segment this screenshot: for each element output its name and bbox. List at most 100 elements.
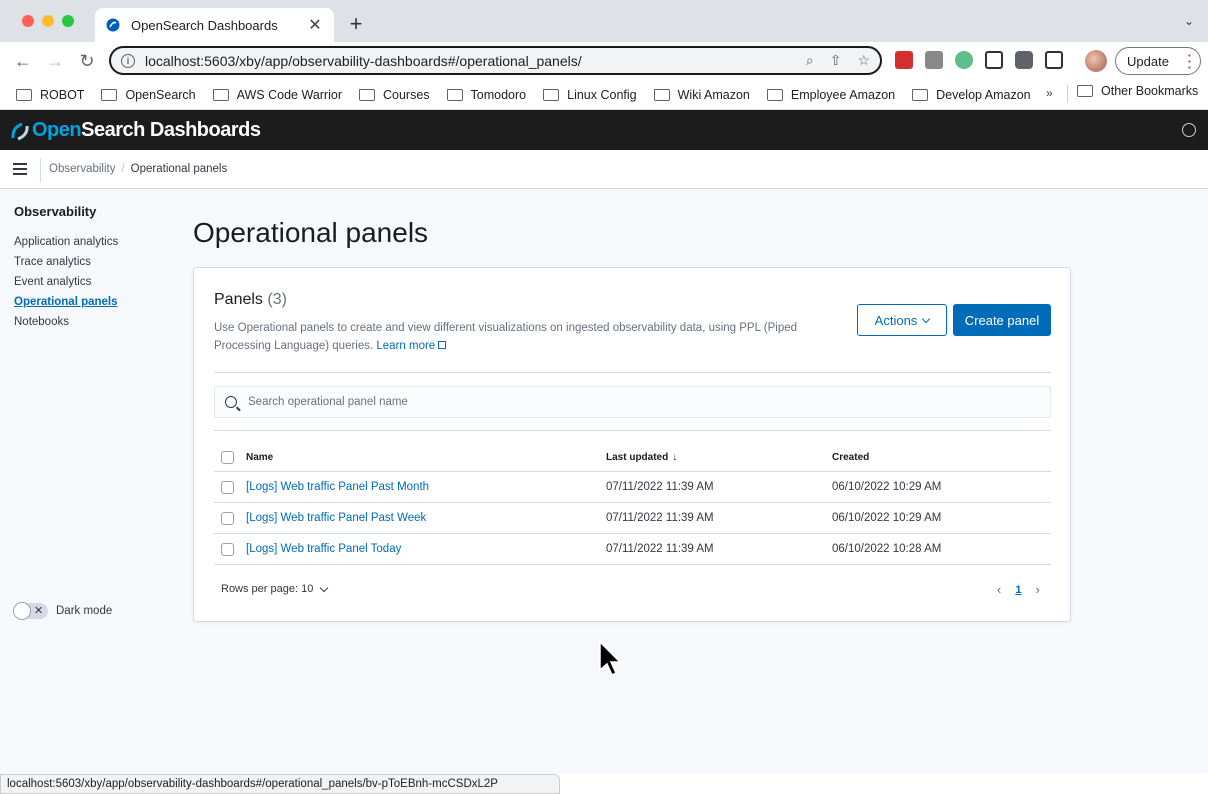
sidebar-item-notebooks[interactable]: Notebooks xyxy=(14,312,174,332)
breadcrumb-bar: Observability / Operational panels xyxy=(0,150,1208,189)
row-checkbox[interactable] xyxy=(221,512,234,525)
update-button[interactable]: Update · · · xyxy=(1115,47,1201,75)
folder-icon xyxy=(766,88,783,101)
side-panel-icon[interactable] xyxy=(1045,51,1063,69)
created-cell: 06/10/2022 10:28 AM xyxy=(832,543,942,555)
extension-colorful-icon[interactable] xyxy=(955,51,973,69)
table-row: [Logs] Web traffic Panel Past Month 07/1… xyxy=(214,472,1051,503)
created-cell: 06/10/2022 10:29 AM xyxy=(832,481,942,493)
panels-card: Panels (3) Use Operational panels to cre… xyxy=(193,267,1071,622)
minimize-window-button[interactable] xyxy=(42,15,54,27)
zoom-icon[interactable]: ⌕ xyxy=(806,52,814,69)
browser-toolbar: ← → ↻ i localhost:5603/xby/app/observabi… xyxy=(0,42,1208,80)
help-globe-icon[interactable] xyxy=(1182,123,1196,137)
bookmark-aws-code-warrior[interactable]: AWS Code Warrior xyxy=(212,88,342,102)
external-link-icon xyxy=(438,341,447,349)
hamburger-menu-icon[interactable] xyxy=(13,163,27,175)
select-all-checkbox[interactable] xyxy=(221,451,234,464)
folder-icon xyxy=(358,88,375,101)
previous-page-icon[interactable]: ‹ xyxy=(997,582,1001,597)
rows-per-page-selector[interactable]: Rows per page: 10 xyxy=(221,583,329,595)
bookmark-robot[interactable]: ROBOT xyxy=(16,88,84,102)
folder-icon xyxy=(1077,85,1093,97)
opensearch-logo-icon xyxy=(11,122,29,140)
extension-lastpass-icon[interactable] xyxy=(895,51,913,69)
address-url[interactable]: localhost:5603/xby/app/observability-das… xyxy=(145,53,806,69)
panels-description: Use Operational panels to create and vie… xyxy=(214,319,824,355)
bookmark-opensearch[interactable]: OpenSearch xyxy=(101,88,196,102)
description-text: Use Operational panels to create and vie… xyxy=(214,322,798,352)
actions-label: Actions xyxy=(874,312,918,328)
row-checkbox[interactable] xyxy=(221,481,234,494)
learn-more-link[interactable]: Learn more xyxy=(376,340,447,352)
reload-icon[interactable]: ↻ xyxy=(76,50,98,72)
sidebar-item-application-analytics[interactable]: Application analytics xyxy=(14,232,174,252)
folder-icon xyxy=(446,88,463,101)
breadcrumb-observability[interactable]: Observability xyxy=(49,163,115,175)
site-info-icon[interactable]: i xyxy=(121,53,135,68)
bookmark-develop-amazon[interactable]: Develop Amazon xyxy=(912,88,1031,102)
search-icon xyxy=(225,396,237,408)
close-window-button[interactable] xyxy=(22,15,34,27)
actions-button[interactable]: Actions xyxy=(857,304,947,336)
row-checkbox[interactable] xyxy=(221,543,234,556)
breadcrumb-current: Operational panels xyxy=(130,163,228,175)
bookmark-wiki-amazon[interactable]: Wiki Amazon xyxy=(653,88,750,102)
update-label: Update xyxy=(1127,53,1169,69)
browser-tab[interactable]: OpenSearch Dashboards ✕ xyxy=(95,8,334,42)
extensions-puzzle-icon[interactable] xyxy=(1015,51,1033,69)
tab-search-icon[interactable]: ⌄ xyxy=(1184,14,1194,28)
column-header-created[interactable]: Created xyxy=(832,452,869,463)
maximize-window-button[interactable] xyxy=(62,15,74,27)
sidebar-item-trace-analytics[interactable]: Trace analytics xyxy=(14,252,174,272)
breadcrumb: Observability / Operational panels xyxy=(49,163,227,175)
column-header-last-updated[interactable]: Last updated ↓ xyxy=(606,452,677,463)
table-row: [Logs] Web traffic Panel Today 07/11/202… xyxy=(214,534,1051,565)
chevron-down-icon xyxy=(320,583,329,592)
divider xyxy=(214,430,1051,431)
create-panel-button[interactable]: Create panel xyxy=(953,304,1051,336)
bookmark-tomodoro[interactable]: Tomodoro xyxy=(446,88,526,102)
sidebar-item-event-analytics[interactable]: Event analytics xyxy=(14,272,174,292)
side-nav-title: Observability xyxy=(14,204,97,219)
tab-close-icon[interactable]: ✕ xyxy=(306,15,324,35)
extension-icon[interactable] xyxy=(925,51,943,69)
folder-icon xyxy=(912,88,929,101)
sort-arrow-icon: ↓ xyxy=(672,452,678,463)
last-updated-cell: 07/11/2022 11:39 AM xyxy=(606,481,714,493)
pagination: ‹ 1 › xyxy=(997,582,1040,597)
back-arrow-icon[interactable]: ← xyxy=(12,50,34,72)
bookmark-courses[interactable]: Courses xyxy=(358,88,430,102)
profile-avatar[interactable] xyxy=(1085,50,1107,72)
dark-mode-toggle[interactable]: ✕ Dark mode xyxy=(13,602,112,620)
panels-count: (3) xyxy=(267,291,287,308)
new-tab-icon[interactable]: + xyxy=(346,11,366,37)
logo-text: OpenSearch Dashboards xyxy=(32,119,261,141)
search-box[interactable] xyxy=(214,386,1051,418)
panel-name-link[interactable]: [Logs] Web traffic Panel Past Month xyxy=(246,481,429,493)
forward-arrow-icon[interactable]: → xyxy=(44,50,66,72)
created-cell: 06/10/2022 10:29 AM xyxy=(832,512,942,524)
bookmark-employee-amazon[interactable]: Employee Amazon xyxy=(766,88,895,102)
bookmark-linux-config[interactable]: Linux Config xyxy=(543,88,637,102)
page-number-button[interactable]: 1 xyxy=(1015,584,1021,596)
panel-name-link[interactable]: [Logs] Web traffic Panel Past Week xyxy=(246,512,426,524)
opensearch-logo[interactable]: OpenSearch Dashboards xyxy=(10,119,261,142)
panels-title: Panels xyxy=(214,291,263,308)
next-page-icon[interactable]: › xyxy=(1035,582,1039,597)
extension-bracket-icon[interactable] xyxy=(985,51,1003,69)
panels-heading: Panels (3) xyxy=(214,291,287,309)
bookmarks-overflow-icon[interactable]: » xyxy=(1046,86,1053,100)
panel-name-link[interactable]: [Logs] Web traffic Panel Today xyxy=(246,543,401,555)
bookmark-star-icon[interactable]: ☆ xyxy=(857,52,870,69)
menu-dots-icon: · · · xyxy=(1187,48,1192,75)
column-header-name[interactable]: Name xyxy=(246,452,273,463)
address-bar[interactable]: i localhost:5603/xby/app/observability-d… xyxy=(109,46,882,75)
sidebar-item-operational-panels[interactable]: Operational panels xyxy=(14,292,174,312)
other-bookmarks[interactable]: Other Bookmarks xyxy=(1077,84,1198,98)
dark-mode-switch[interactable]: ✕ xyxy=(13,602,48,620)
search-input[interactable] xyxy=(248,396,1028,408)
share-icon[interactable]: ⇧ xyxy=(830,52,842,69)
folder-icon xyxy=(212,88,229,101)
last-updated-cell: 07/11/2022 11:39 AM xyxy=(606,512,714,524)
